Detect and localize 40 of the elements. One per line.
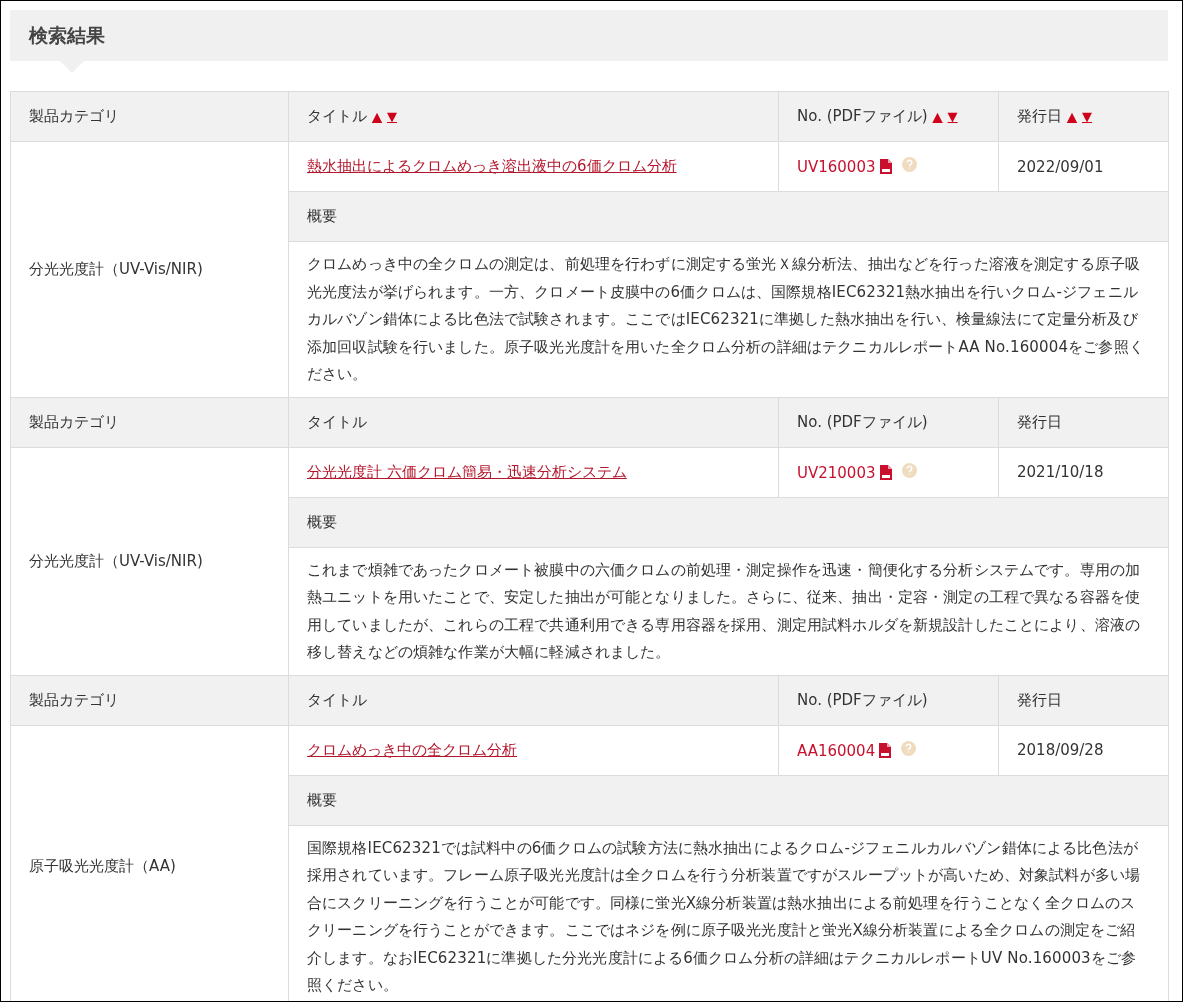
column-label: No. (PDFファイル) (797, 107, 928, 125)
summary-header: 概要 (288, 497, 1169, 547)
title-link[interactable]: 熱水抽出によるクロムめっき溶出液中の6価クロム分析 (307, 157, 677, 175)
column-label: タイトル (307, 107, 367, 125)
pdf-file-icon[interactable] (879, 742, 892, 758)
summary-header: 概要 (288, 775, 1169, 825)
document-number-link[interactable]: UV160003 (797, 158, 876, 176)
date-cell: 2018/09/28 (998, 725, 1169, 775)
column-label: 発行日 (1017, 412, 1062, 431)
title-link[interactable]: クロムめっき中の全クロム分析 (307, 740, 517, 759)
sort-link[interactable]: ▲ (1067, 109, 1077, 124)
column-label: 製品カテゴリ (29, 690, 119, 709)
sort-link[interactable]: ▲ (372, 109, 382, 124)
sort-link[interactable]: ▲ (932, 109, 943, 124)
date-cell: 2022/09/01 (998, 141, 1169, 192)
summary-header: 概要 (288, 191, 1169, 242)
column-label: 製品カテゴリ (29, 107, 119, 125)
pdf-file-icon[interactable] (879, 464, 892, 480)
category-cell: 分光光度計（UV-Vis/NIR) (10, 447, 289, 675)
summary-text: これまで煩雑であったクロメート被膜中の六価クロムの前処理・測定操作を迅速・簡便化する分析システムです。専用の加熱ユニットを用いたことで、安定した抽出が可能となりました。さらに、従来、抽出・定容・測定の工程で異なる容器を使用していましたが、これらの工程で共通利用できる専用容器を採用、測定用試料ホルダを新規設計したことにより、溶液の移し替えなどの煩雑な作業が大幅に軽減されました。 (307, 559, 1142, 663)
column-label: 発行日 (1017, 690, 1062, 709)
column-label: No. (PDFファイル) (797, 690, 928, 709)
category-cell: 原子吸光光度計（AA) (10, 725, 289, 1001)
sort-link[interactable]: ▼ (387, 109, 397, 124)
section-heading: 検索結果 (29, 22, 105, 48)
column-label: 発行日 (1017, 107, 1062, 125)
column-label: 製品カテゴリ (29, 412, 119, 431)
title-link[interactable]: 分光光度計 六価クロム簡易・迅速分析システム (307, 462, 627, 481)
sort-link[interactable]: ▼ (1082, 109, 1092, 124)
summary-text: クロムめっき中の全クロムの測定は、前処理を行わずに測定する蛍光Ｘ線分析法、抽出などを行った溶液を測定する原子吸光光度法が挙げられます。一方、クロメート皮膜中の6価クロムは、国際規格IEC62321熱水抽出を行いクロム-ジフェニルカルバゾン錯体による比色法で試験されます。ここではIEC62321に準拠した熱水抽出を行い、検量線法にて定量分析及び添加回収試験を行いました。原子吸光光度計を用いた全クロム分析の詳細はテクニカルレポートAA No.160004をご参照ください。 (307, 254, 1145, 385)
column-label: No. (PDFファイル) (797, 412, 928, 431)
sort-link[interactable]: ▼ (947, 109, 958, 124)
date-cell: 2021/10/18 (998, 447, 1169, 497)
column-label: タイトル (307, 690, 367, 709)
pdf-file-icon[interactable] (879, 159, 892, 174)
column-label: タイトル (307, 412, 367, 431)
summary-text: 国際規格IEC62321では試料中の6価クロムの試験方法に熱水抽出によるクロム-ジフェニルカルバゾン錯体による比色法が採用されています。フレーム原子吸光光度計は全クロムを行う分析装置ですがスループットが高いため、対象試料が多い場合にスクリーニングを行うことが可能です。同様に蛍光X線分析装置は熱水抽出による前処理を行うことなく全クロムのスクリーニングを行うことができます。ここではネジを例に原子吸光光度計と蛍光X線分析装置による全クロムの測定をご紹介します。なおIEC62321に準拠した分光光度計による6価クロム分析の詳細はテクニカルレポートUV No.160003をご参照ください。 (307, 837, 1142, 996)
category-cell: 分光光度計（UV-Vis/NIR) (10, 141, 289, 397)
document-number-link[interactable]: AA160004 (797, 741, 876, 760)
document-number-link[interactable]: UV210003 (797, 463, 876, 482)
